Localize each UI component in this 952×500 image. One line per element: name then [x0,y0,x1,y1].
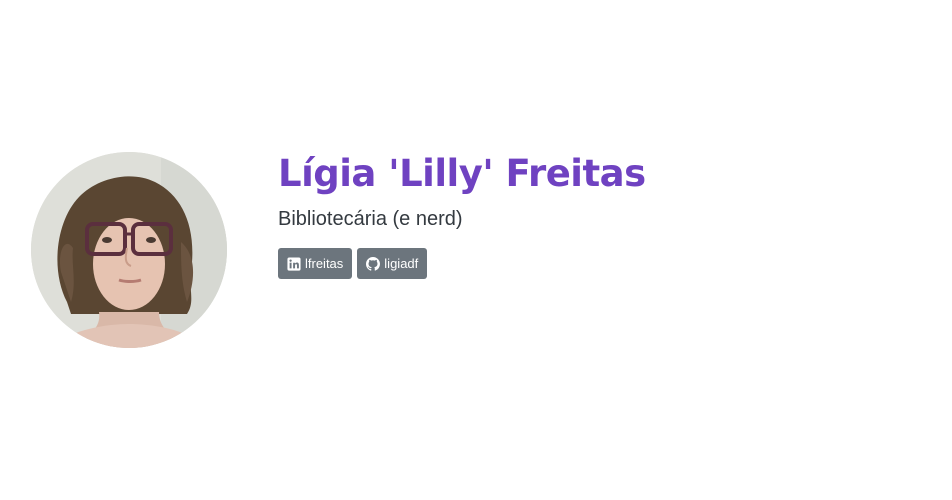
linkedin-label: lfreitas [305,256,344,271]
profile-info: Lígia 'Lilly' Freitas Bibliotecária (e n… [278,148,646,279]
github-button[interactable]: ligiadf [357,248,428,279]
profile-tagline: Bibliotecária (e nerd) [278,208,463,230]
linkedin-button[interactable]: lfreitas [278,248,353,279]
avatar [31,152,227,348]
github-icon [366,256,381,271]
github-label: ligiadf [384,256,419,271]
profile-name: Lígia 'Lilly' Freitas [278,152,646,195]
page: Lígia 'Lilly' Freitas Bibliotecária (e n… [0,0,952,500]
avatar-photo [31,152,227,348]
linkedin-icon [287,256,301,271]
social-links: lfreitas ligiadf [278,248,646,279]
